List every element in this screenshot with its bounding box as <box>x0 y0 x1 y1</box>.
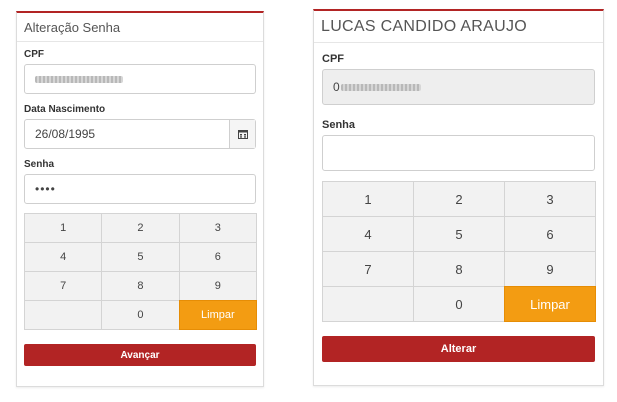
next-button[interactable]: Avançar <box>24 344 256 366</box>
cpf-label: CPF <box>24 49 44 60</box>
key-blank <box>24 300 103 330</box>
calendar-icon <box>237 130 248 139</box>
key-7[interactable]: 7 <box>24 271 103 301</box>
key-0[interactable]: 0 <box>101 300 180 330</box>
user-password-panel: LUCAS CANDIDO ARAUJO CPF 0 Senha 1 2 3 4… <box>313 9 604 386</box>
key-3[interactable]: 3 <box>504 181 596 217</box>
key-5[interactable]: 5 <box>101 242 180 272</box>
key-1[interactable]: 1 <box>24 213 103 243</box>
cpf-readonly-field: 0 <box>322 69 595 105</box>
key-9[interactable]: 9 <box>178 271 257 301</box>
key-5[interactable]: 5 <box>413 216 505 252</box>
password-input[interactable] <box>322 135 595 171</box>
key-6[interactable]: 6 <box>178 242 257 272</box>
key-1[interactable]: 1 <box>322 181 414 217</box>
password-label: Senha <box>322 119 356 131</box>
password-input[interactable]: •••• <box>24 174 256 204</box>
cpf-label: CPF <box>322 53 344 65</box>
key-2[interactable]: 2 <box>101 213 180 243</box>
masked-cpf-value <box>340 83 421 91</box>
key-7[interactable]: 7 <box>322 251 414 287</box>
password-value: •••• <box>35 182 56 196</box>
key-0[interactable]: 0 <box>413 286 505 322</box>
password-change-panel: Alteração Senha CPF Data Nascimento 26/0… <box>16 11 264 387</box>
key-blank <box>322 286 414 322</box>
numeric-keypad: 1 2 3 4 5 6 7 8 9 0 Limpar <box>322 181 596 322</box>
key-4[interactable]: 4 <box>24 242 103 272</box>
password-label: Senha <box>24 159 55 170</box>
panel-title: Alteração Senha <box>17 13 263 42</box>
key-8[interactable]: 8 <box>101 271 180 301</box>
clear-button[interactable]: Limpar <box>178 300 257 330</box>
key-6[interactable]: 6 <box>504 216 596 252</box>
cpf-prefix: 0 <box>333 80 340 94</box>
key-4[interactable]: 4 <box>322 216 414 252</box>
user-name-title: LUCAS CANDIDO ARAUJO <box>314 11 603 43</box>
key-8[interactable]: 8 <box>413 251 505 287</box>
birth-date-input[interactable]: 26/08/1995 <box>24 119 256 149</box>
birth-date-value: 26/08/1995 <box>35 127 96 141</box>
birth-date-label: Data Nascimento <box>24 104 106 115</box>
masked-cpf-value <box>35 75 123 83</box>
numeric-keypad: 1 2 3 4 5 6 7 8 9 0 Limpar <box>24 213 257 330</box>
calendar-button[interactable] <box>229 120 255 148</box>
key-9[interactable]: 9 <box>504 251 596 287</box>
key-3[interactable]: 3 <box>178 213 257 243</box>
key-2[interactable]: 2 <box>413 181 505 217</box>
clear-button[interactable]: Limpar <box>504 286 596 322</box>
cpf-input[interactable] <box>24 64 256 94</box>
change-password-button[interactable]: Alterar <box>322 336 595 362</box>
